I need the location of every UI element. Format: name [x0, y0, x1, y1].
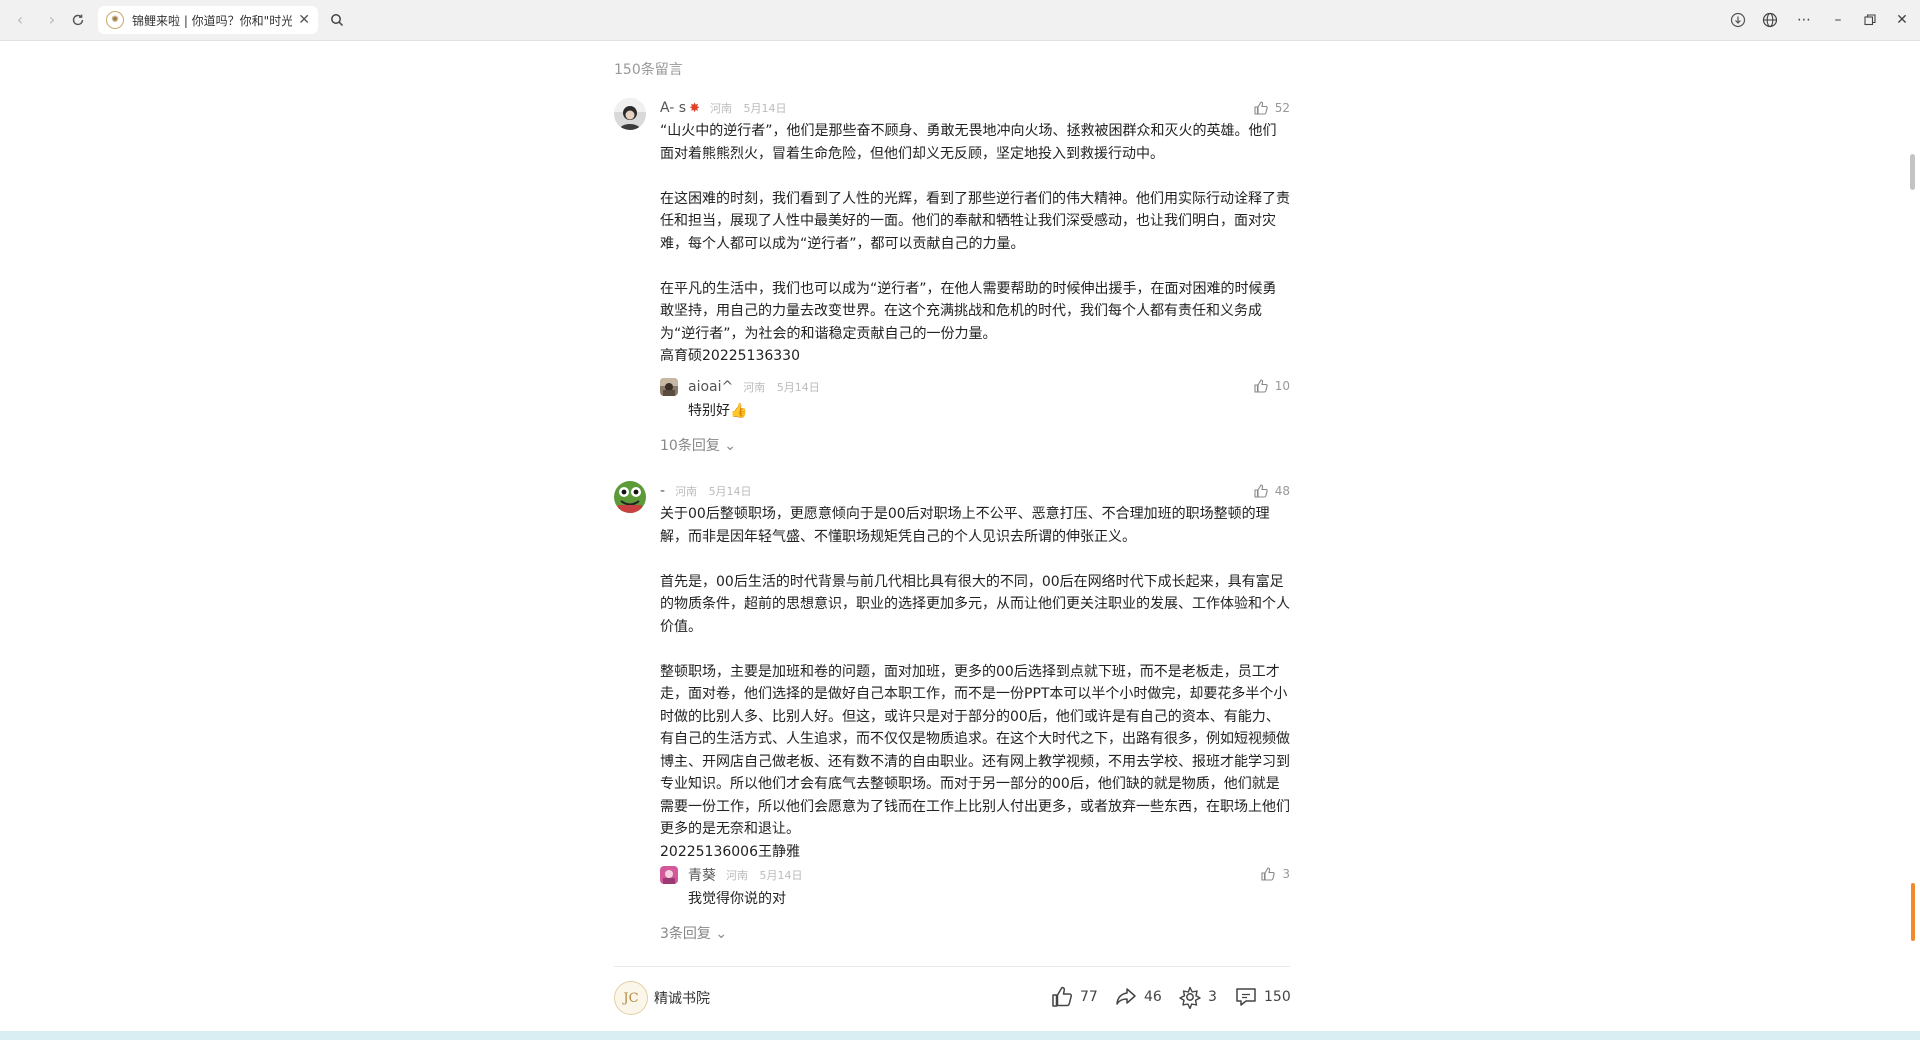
thumbs-up-icon [1052, 986, 1073, 1007]
like-article-button[interactable]: 77 [1050, 985, 1098, 1009]
comment-text: “山火中的逆行者”，他们是那些奋不顾身、勇敢无畏地冲向火场、拯救被困群众和灭火的… [660, 120, 1290, 368]
comment-item: - 河南 5月14日 48 关于00后整顿职场，更愿意倾向于是00后对职场上不公… [614, 481, 1290, 943]
thumbs-up-icon [1261, 867, 1276, 881]
like-count: 48 [1274, 484, 1290, 498]
recommend-button[interactable]: 3 [1178, 985, 1217, 1009]
avatar[interactable] [614, 481, 646, 513]
reply-like-button[interactable]: 10 [1253, 376, 1290, 396]
thumbs-up-icon [1254, 379, 1268, 393]
like-button[interactable]: 48 [1253, 481, 1290, 501]
reply-username[interactable]: 青葵 [688, 865, 716, 885]
search-icon[interactable] [325, 8, 349, 32]
avatar[interactable] [660, 866, 678, 884]
like-count: 10 [1274, 379, 1290, 393]
comment-paragraph: 整顿职场，主要是加班和卷的问题，面对加班，更多的00后选择到点就下班，而不是老板… [660, 663, 1290, 838]
reply-location: 河南 [743, 381, 766, 394]
article-action-bar: JC 精诚书院 77 46 3 150 [614, 981, 1291, 1021]
scroll-indicator[interactable] [1911, 883, 1915, 941]
comment-paragraph: 在平凡的生活中，我们也可以成为“逆行者”，在他人需要帮助的时候伸出援手，在面对困… [660, 280, 1277, 342]
scrollbar-thumb[interactable] [1910, 154, 1915, 190]
reply-date: 5月14日 [759, 869, 803, 882]
minimize-icon[interactable]: – [1826, 8, 1850, 32]
reply-location: 河南 [726, 869, 748, 882]
comment-paragraph: 关于00后整顿职场，更愿意倾向于是00后对职场上不公平、恶意打压、不合理加班的职… [660, 506, 1270, 545]
sparkle-badge-icon: ✸ [689, 100, 700, 116]
sun-logo-icon: ✺ [106, 11, 124, 29]
like-count: 77 [1080, 989, 1098, 1005]
browser-toolbar: ‹ › ✺ 锦鲤来啦 | 你道吗？你和"时光" ✕ ⋯ – ✕ [0, 0, 1920, 41]
comment-text: 关于00后整顿职场，更愿意倾向于是00后对职场上不公平、恶意打压、不合理加班的职… [660, 503, 1290, 863]
comment-location: 河南 [709, 102, 732, 115]
comment-count: 150 [1264, 989, 1291, 1005]
share-button[interactable]: 46 [1114, 985, 1162, 1009]
like-count: 52 [1274, 101, 1290, 115]
download-icon[interactable] [1726, 8, 1750, 32]
more-menu-icon[interactable]: ⋯ [1792, 8, 1816, 32]
reply-username[interactable]: aioai^ [688, 379, 733, 395]
comment-paragraph: “山火中的逆行者”，他们是那些奋不顾身、勇敢无畏地冲向火场、拯救被困群众和灭火的… [660, 123, 1277, 162]
comments-count-label: 150条留言 [614, 62, 683, 78]
expand-replies-link[interactable]: 10条回复 ⌄ [660, 435, 736, 455]
account-name[interactable]: 精诚书院 [654, 988, 710, 1008]
comment-signature: 高育硕20225136330 [660, 348, 800, 364]
reply-like-button[interactable]: 3 [1260, 864, 1290, 884]
reply-text: 特别好👍 [688, 403, 748, 419]
reply-text: 我觉得你说的对 [688, 891, 786, 907]
reply-date: 5月14日 [776, 381, 820, 394]
expand-replies-link[interactable]: 3条回复 ⌄ [660, 923, 727, 943]
comment-signature: 20225136006王静雅 [660, 843, 800, 860]
divider [614, 966, 1290, 967]
avatar[interactable] [660, 378, 678, 396]
account-logo-icon[interactable]: JC [614, 981, 648, 1015]
refresh-icon[interactable] [66, 8, 90, 32]
comment-location: 河南 [675, 485, 698, 498]
forward-arrow-icon[interactable]: › [40, 8, 64, 32]
restore-icon[interactable] [1858, 8, 1882, 32]
share-count: 46 [1144, 989, 1162, 1005]
reply-item: 青葵 河南 5月14日 3 我觉得你说的对 [660, 864, 1290, 912]
thumbs-up-icon [1254, 484, 1268, 498]
like-count: 3 [1282, 867, 1290, 881]
share-arrow-icon [1116, 988, 1136, 1005]
reply-item: aioai^ 河南 5月14日 10 特别好👍 [660, 376, 1290, 424]
comment-date: 5月14日 [743, 102, 787, 115]
comment-username[interactable]: - [660, 483, 665, 499]
comment-paragraph: 首先是，00后生活的时代背景与前几代相比具有很大的不同，00后在网络时代下成长起… [660, 573, 1290, 635]
comment-item: A- s ✸ 河南 5月14日 52 “山火中的逆行者”，他们是那些奋不顾身、勇… [614, 98, 1290, 458]
globe-icon[interactable] [1758, 8, 1782, 32]
avatar[interactable] [614, 98, 646, 130]
bottom-status-strip [0, 1031, 1920, 1040]
back-arrow-icon[interactable]: ‹ [8, 8, 32, 32]
close-icon[interactable]: ✕ [298, 12, 310, 28]
tab-title: 锦鲤来啦 | 你道吗？你和"时光" [132, 13, 292, 28]
close-window-icon[interactable]: ✕ [1890, 8, 1914, 32]
comment-date: 5月14日 [708, 485, 752, 498]
comment-button[interactable]: 150 [1234, 985, 1291, 1009]
comment-bubble-icon [1236, 988, 1256, 1006]
comment-username[interactable]: A- s [660, 100, 686, 116]
article-comments-page: 150条留言 A- s ✸ 河南 5月14日 52 “山火中的逆行者”，他们是那… [0, 41, 1920, 1031]
thumbs-up-icon [1254, 101, 1268, 115]
flower-icon [1179, 986, 1201, 1009]
browser-tab[interactable]: ✺ 锦鲤来啦 | 你道吗？你和"时光" ✕ [98, 6, 318, 34]
comment-paragraph: 在这困难的时刻，我们看到了人性的光辉，看到了那些逆行者们的伟大精神。他们用实际行… [660, 190, 1290, 252]
recommend-count: 3 [1208, 989, 1217, 1005]
like-button[interactable]: 52 [1253, 98, 1290, 118]
